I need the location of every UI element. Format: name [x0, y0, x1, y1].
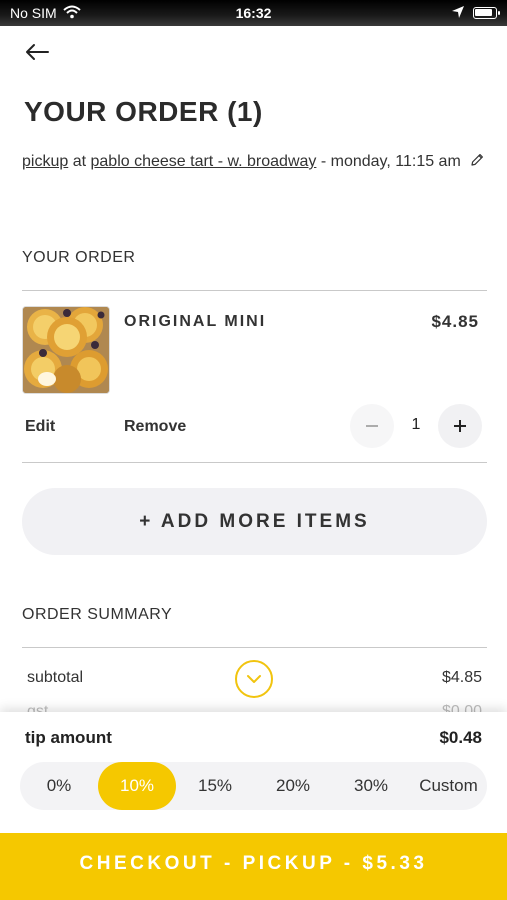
- decrease-quantity-button[interactable]: [350, 404, 394, 448]
- checkout-button[interactable]: CHECKOUT - PICKUP - $5.33: [0, 833, 507, 900]
- order-section-label: YOUR ORDER: [22, 249, 136, 266]
- subtotal-value: $4.85: [441, 669, 482, 686]
- divider: [22, 290, 487, 291]
- item-price: $4.85: [431, 312, 479, 331]
- divider: [22, 462, 487, 463]
- subtotal-label: subtotal: [27, 669, 84, 686]
- item-name: ORIGINAL MINI: [124, 313, 267, 330]
- tip-options: 0% 10% 15% 20% 30% Custom: [20, 762, 487, 810]
- tip-option-custom[interactable]: Custom: [410, 762, 487, 810]
- arrow-left-icon: [26, 44, 49, 60]
- battery-icon: [473, 7, 500, 19]
- pickup-time-text: - monday, 11:15 am: [320, 153, 461, 170]
- pickup-details: pickup at pablo cheese tart - w. broadwa…: [22, 148, 492, 175]
- pickup-mode-link[interactable]: pickup: [22, 153, 68, 170]
- tip-option-10[interactable]: 10%: [98, 762, 176, 810]
- minus-icon: [366, 425, 378, 427]
- tip-option-30[interactable]: 30%: [332, 762, 410, 810]
- chevron-down-icon: [247, 675, 261, 683]
- clock: 16:32: [235, 5, 272, 21]
- summary-section-label: ORDER SUMMARY: [22, 606, 173, 623]
- tip-amount-label: tip amount: [25, 728, 112, 747]
- tip-option-20[interactable]: 20%: [254, 762, 332, 810]
- tip-option-0[interactable]: 0%: [20, 762, 98, 810]
- item-image: [22, 306, 110, 394]
- divider: [22, 647, 487, 648]
- pickup-location-link[interactable]: pablo cheese tart - w. broadway: [91, 153, 317, 170]
- expand-summary-button[interactable]: [235, 660, 273, 698]
- add-more-items-button[interactable]: + ADD MORE ITEMS: [22, 488, 487, 555]
- increase-quantity-button[interactable]: [438, 404, 482, 448]
- back-button[interactable]: [22, 38, 54, 66]
- tip-amount-value: $0.48: [439, 728, 482, 747]
- status-bar: No SIM 16:32: [0, 0, 507, 26]
- plus-icon: [454, 420, 466, 432]
- pickup-at-text: at: [72, 153, 87, 170]
- location-arrow-icon: [451, 5, 465, 22]
- tip-option-15[interactable]: 15%: [176, 762, 254, 810]
- quantity-value: 1: [411, 416, 421, 433]
- pencil-icon[interactable]: [469, 150, 485, 166]
- remove-item-button[interactable]: Remove: [124, 418, 186, 436]
- page-title: YOUR ORDER (1): [24, 96, 263, 127]
- edit-item-button[interactable]: Edit: [25, 418, 55, 436]
